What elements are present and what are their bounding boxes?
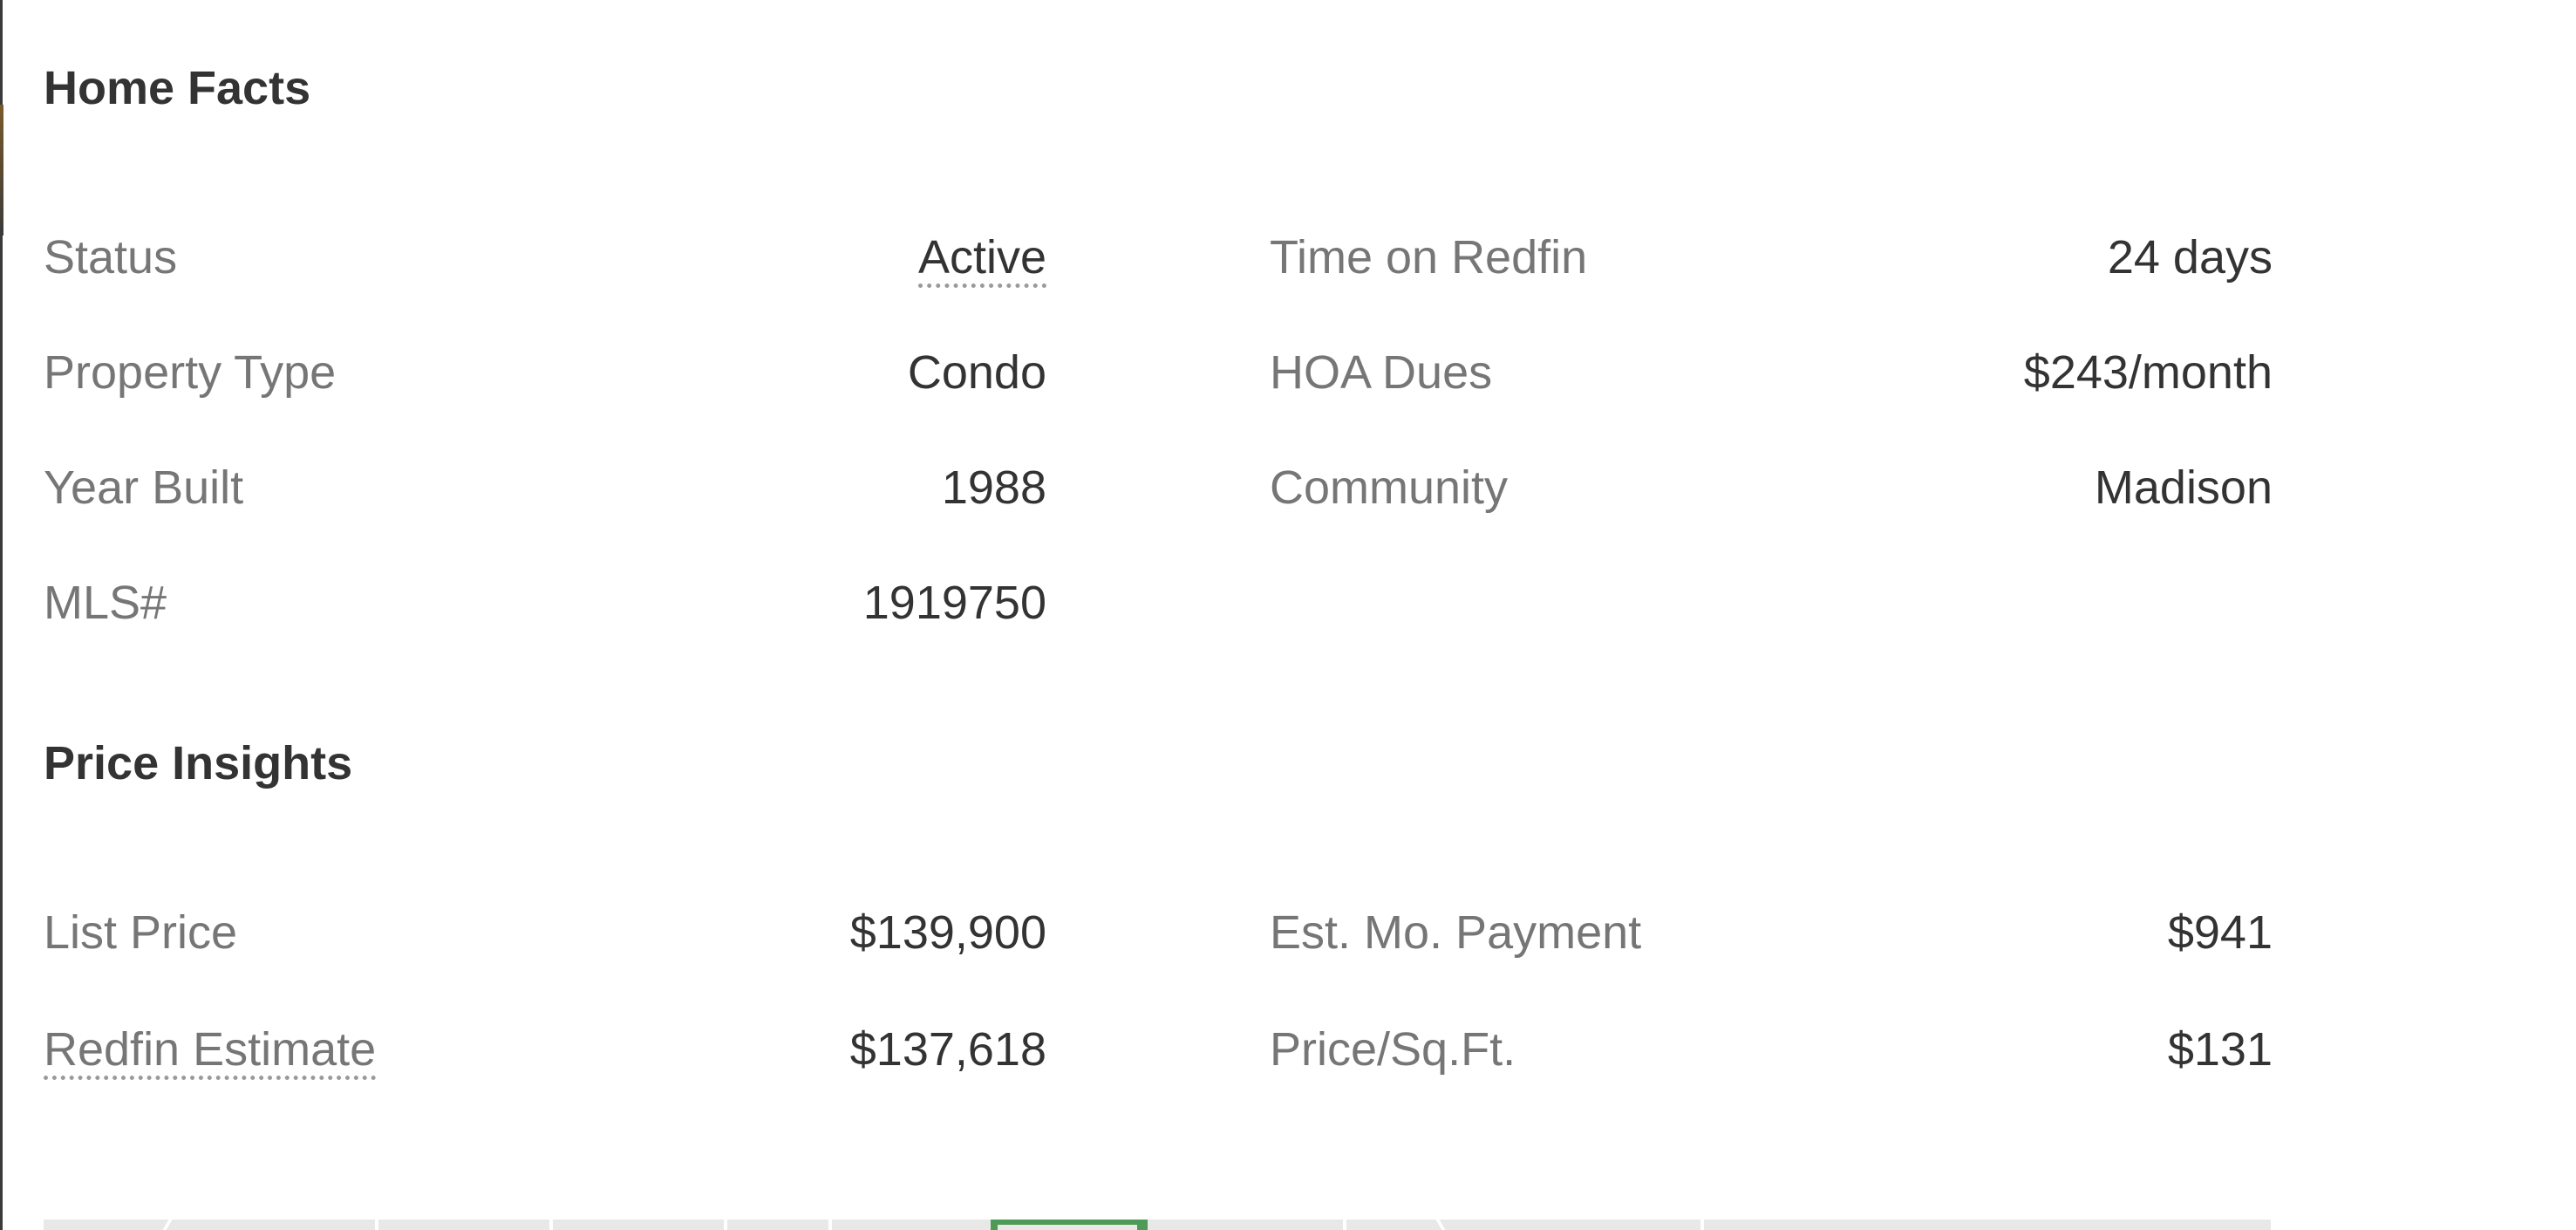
fact-row-time-on-redfin: Time on Redfin 24 days bbox=[1270, 227, 2273, 288]
window-left-border-accent bbox=[0, 105, 3, 236]
mls-label: MLS# bbox=[44, 577, 167, 629]
map-park-area-inner bbox=[998, 1225, 1137, 1230]
property-type-value: Condo bbox=[907, 346, 1046, 399]
fact-row-est-mo-payment: Est. Mo. Payment $941 bbox=[1270, 902, 2273, 963]
time-on-redfin-label: Time on Redfin bbox=[1270, 231, 1588, 284]
list-price-label: List Price bbox=[44, 906, 238, 959]
hoa-dues-value: $243/month bbox=[2023, 346, 2273, 399]
hoa-dues-label: HOA Dues bbox=[1270, 346, 1493, 399]
map-road bbox=[162, 1220, 173, 1230]
est-mo-payment-label: Est. Mo. Payment bbox=[1270, 906, 1642, 959]
map-road bbox=[375, 1220, 378, 1230]
est-mo-payment-value: $941 bbox=[2167, 906, 2273, 959]
fact-row-hoa-dues: HOA Dues $243/month bbox=[1270, 342, 2273, 403]
status-label: Status bbox=[44, 231, 178, 284]
property-type-label: Property Type bbox=[44, 346, 337, 399]
map-road bbox=[549, 1220, 553, 1230]
status-value-link[interactable]: Active bbox=[917, 231, 1046, 288]
fact-row-community: Community Madison bbox=[1270, 457, 2273, 518]
fact-row-redfin-estimate: Redfin Estimate $137,618 bbox=[44, 1019, 1046, 1080]
year-built-value: 1988 bbox=[941, 461, 1046, 514]
fact-row-property-type: Property Type Condo bbox=[44, 342, 1046, 403]
map-preview[interactable] bbox=[44, 1220, 2271, 1230]
fact-row-mls: MLS# 1919750 bbox=[44, 572, 1046, 633]
fact-row-year-built: Year Built 1988 bbox=[44, 457, 1046, 518]
list-price-value: $139,900 bbox=[849, 906, 1046, 959]
redfin-estimate-value: $137,618 bbox=[849, 1023, 1046, 1076]
price-per-sqft-label: Price/Sq.Ft. bbox=[1270, 1023, 1516, 1076]
fact-row-price-per-sqft: Price/Sq.Ft. $131 bbox=[1270, 1019, 2273, 1080]
fact-row-status: Status Active bbox=[44, 227, 1046, 288]
price-insights-title: Price Insights bbox=[44, 737, 353, 789]
status-value[interactable]: Active bbox=[917, 227, 1046, 288]
time-on-redfin-value: 24 days bbox=[2107, 231, 2273, 284]
map-road bbox=[1343, 1220, 1346, 1230]
community-label: Community bbox=[1270, 461, 1509, 514]
map-road bbox=[828, 1220, 832, 1230]
map-road bbox=[1700, 1220, 1704, 1230]
year-built-label: Year Built bbox=[44, 461, 244, 514]
home-facts-title: Home Facts bbox=[44, 62, 311, 114]
map-road bbox=[1435, 1220, 1446, 1230]
price-per-sqft-value: $131 bbox=[2167, 1023, 2273, 1076]
redfin-estimate-label[interactable]: Redfin Estimate bbox=[44, 1019, 377, 1080]
community-value: Madison bbox=[2094, 461, 2273, 514]
map-road bbox=[724, 1220, 727, 1230]
redfin-estimate-link[interactable]: Redfin Estimate bbox=[44, 1023, 377, 1080]
fact-row-list-price: List Price $139,900 bbox=[44, 902, 1046, 963]
mls-value: 1919750 bbox=[862, 577, 1046, 629]
